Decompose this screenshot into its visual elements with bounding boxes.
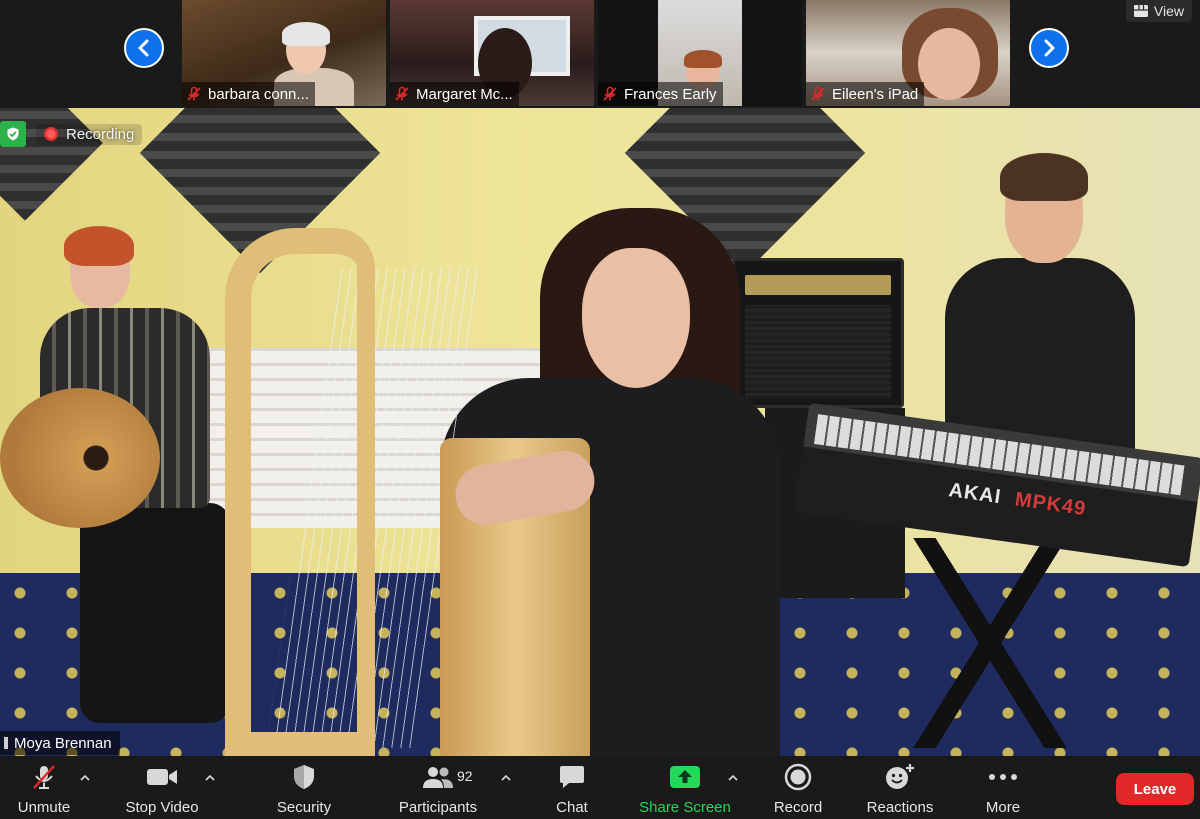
muted-mic-icon (395, 86, 409, 101)
chevron-right-icon (1044, 39, 1055, 57)
chevron-up-icon (501, 774, 511, 781)
muted-mic-icon (187, 86, 201, 101)
video-camera-icon (147, 769, 177, 785)
harp-frame (225, 228, 375, 756)
tb-icon-wrap (558, 764, 586, 790)
acoustic-guitar (0, 388, 160, 528)
video-options-caret[interactable] (204, 772, 216, 782)
encryption-badge[interactable] (0, 121, 26, 147)
amplifier-grille (745, 305, 891, 399)
tb-icon-wrap (784, 763, 812, 791)
audio-level-icon (4, 737, 8, 749)
more-button[interactable]: More (982, 764, 1024, 816)
guitarist-hair (64, 226, 134, 266)
shield-check-icon (7, 127, 19, 141)
participants-count: 92 (457, 768, 473, 784)
tb-icon-wrap (884, 764, 916, 790)
participant-name: barbara conn... (208, 85, 309, 103)
tb-icon-wrap (30, 764, 58, 790)
share-screen-button[interactable]: Share Screen (637, 764, 733, 816)
amplifier-control-panel (745, 275, 891, 295)
security-label: Security (276, 799, 332, 816)
participant-name: Margaret Mc... (416, 85, 513, 103)
guitarist-legs (80, 503, 230, 723)
stop-video-label: Stop Video (125, 799, 199, 816)
guitar-amplifier (732, 258, 904, 408)
participants-button[interactable]: 92 Participants (395, 764, 481, 816)
participant-tile[interactable]: barbara conn... (182, 0, 386, 106)
chat-button[interactable]: Chat (550, 764, 594, 816)
participant-face (918, 28, 980, 100)
mic-off-icon (33, 765, 55, 789)
share-up-arrow-icon (670, 766, 700, 788)
emoji-plus-icon (886, 764, 914, 789)
gallery-prev-button[interactable] (124, 28, 164, 68)
active-speaker-name-label: Moya Brennan (0, 731, 120, 755)
chevron-up-icon (205, 774, 215, 781)
keyboard-model: MPK49 (1013, 488, 1088, 521)
recording-status[interactable]: Recording (36, 123, 143, 145)
tb-icon-wrap (292, 764, 316, 790)
record-label: Record (773, 799, 823, 816)
participant-tile[interactable]: Frances Early (598, 0, 802, 106)
grid-view-icon (1133, 5, 1148, 17)
unmute-button[interactable]: Unmute (12, 764, 76, 816)
reactions-button[interactable]: Reactions (864, 764, 936, 816)
participant-hair (282, 22, 330, 46)
stop-video-button[interactable]: Stop Video (120, 764, 204, 816)
participant-name-label: barbara conn... (182, 82, 315, 106)
tb-icon-wrap: 92 (421, 764, 473, 790)
chevron-up-icon (80, 774, 90, 781)
participant-hair (684, 50, 722, 68)
singer-face (582, 248, 690, 388)
chevron-left-icon (138, 39, 149, 57)
recording-indicator: Recording (0, 116, 143, 152)
share-options-caret[interactable] (727, 772, 739, 782)
reactions-label: Reactions (866, 799, 934, 816)
people-icon (423, 767, 453, 788)
meeting-toolbar: Unmute Stop Video Security 92 Participan… (0, 756, 1200, 819)
participant-name-label: Eileen's iPad (806, 82, 925, 106)
keyboard-brand: AKAI (947, 479, 1003, 509)
tb-icon-wrap (988, 764, 1018, 790)
tb-icon-wrap (669, 764, 701, 790)
record-circle-icon (784, 763, 812, 791)
record-dot-icon (44, 127, 58, 141)
participants-label: Participants (398, 799, 478, 816)
active-speaker-name: Moya Brennan (14, 734, 112, 752)
participant-name: Eileen's iPad (832, 85, 919, 103)
chat-bubble-icon (560, 766, 584, 788)
active-speaker-video: AKAI MPK49 (0, 108, 1200, 756)
tb-icon-wrap (145, 764, 179, 790)
chat-label: Chat (556, 799, 588, 816)
gallery-next-button[interactable] (1029, 28, 1069, 68)
participants-options-caret[interactable] (500, 772, 512, 782)
more-label: More (985, 799, 1021, 816)
participant-name: Frances Early (624, 85, 717, 103)
leave-button[interactable]: Leave (1116, 773, 1194, 805)
participant-tile[interactable]: Margaret Mc... (390, 0, 594, 106)
ellipsis-icon (989, 774, 1017, 780)
audio-options-caret[interactable] (79, 772, 91, 782)
recording-label: Recording (66, 125, 135, 143)
keyboard-brand-label: AKAI MPK49 (947, 479, 1087, 521)
keyboardist-hair (1000, 153, 1088, 201)
muted-mic-icon (603, 86, 617, 101)
chevron-up-icon (728, 774, 738, 781)
participant-name-label: Margaret Mc... (390, 82, 519, 106)
muted-mic-icon (811, 86, 825, 101)
share-screen-label: Share Screen (639, 799, 731, 816)
keyboard-stand (870, 538, 1110, 748)
view-button[interactable]: View (1125, 0, 1192, 22)
unmute-label: Unmute (17, 799, 71, 816)
participant-tile[interactable]: Eileen's iPad (806, 0, 1010, 106)
security-button[interactable]: Security (272, 764, 336, 816)
participant-name-label: Frances Early (598, 82, 723, 106)
view-label: View (1153, 3, 1184, 19)
gallery-strip: barbara conn... Margaret Mc... Frances E… (0, 0, 1200, 108)
shield-icon (294, 765, 314, 789)
record-button[interactable]: Record (770, 763, 826, 816)
